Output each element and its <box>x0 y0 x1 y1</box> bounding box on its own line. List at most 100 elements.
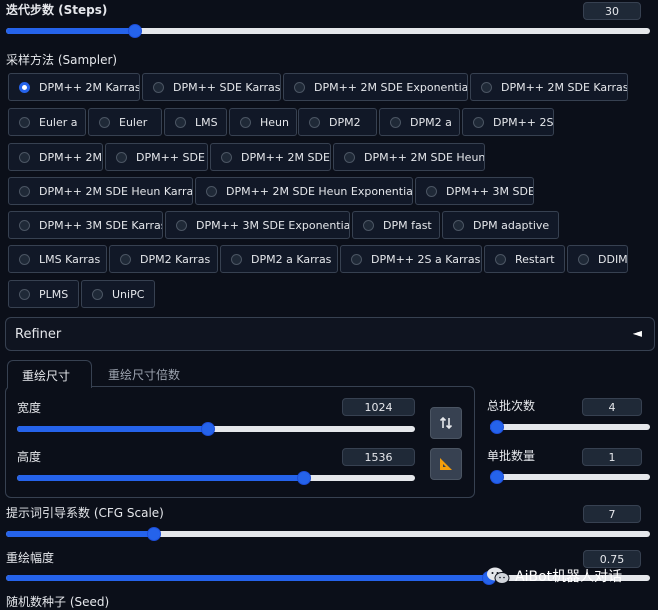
sampler-option[interactable]: LMS Karras <box>8 245 107 273</box>
radio-circle-icon <box>344 151 355 163</box>
steps-slider-fill <box>6 28 135 34</box>
sampler-option[interactable]: Heun <box>229 108 297 136</box>
sampler-option[interactable]: DPM2 Karras <box>109 245 218 273</box>
sampler-option[interactable]: Euler <box>88 108 162 136</box>
radio-circle-icon <box>363 219 374 231</box>
sampler-option[interactable]: DPM++ 2M SDE Exponential <box>283 73 468 101</box>
swap-dimensions-button[interactable] <box>430 407 462 439</box>
sampler-option[interactable]: DPM fast <box>352 211 440 239</box>
height-slider-thumb[interactable] <box>297 471 311 485</box>
sampler-option[interactable]: DPM++ 2M Karras <box>8 73 140 101</box>
sampler-option[interactable]: DPM++ 2S a Karras <box>340 245 482 273</box>
aspect-ratio-button[interactable] <box>430 448 462 480</box>
radio-circle-icon <box>19 151 30 163</box>
cfg-slider-fill <box>6 531 154 537</box>
sampler-option-label: DPM++ 3M SDE Exponential <box>196 218 350 232</box>
sampler-option[interactable]: DPM2 <box>298 108 377 136</box>
sampler-option[interactable]: DPM2 a Karras <box>220 245 338 273</box>
sampler-option-label: DPM++ 2M <box>39 150 103 164</box>
sampler-option-label: DPM++ 2M SDE Heun Karras <box>39 184 193 198</box>
cfg-slider[interactable] <box>6 527 650 541</box>
radio-circle-icon <box>175 116 186 128</box>
width-slider-thumb[interactable] <box>201 422 215 436</box>
sampler-option-label: DPM++ 2S a Karras <box>371 252 481 266</box>
sampler-option-label: DPM++ 3M SDE Karras <box>39 218 163 232</box>
sampler-option-label: DPM adaptive <box>473 218 550 232</box>
sampler-option[interactable]: DPM++ SDE Karras <box>142 73 281 101</box>
sampler-option[interactable]: DPM++ SDE <box>105 143 208 171</box>
sampler-option[interactable]: UniPC <box>81 280 155 308</box>
sampler-option[interactable]: DPM2 a <box>379 108 460 136</box>
radio-circle-icon <box>578 253 589 265</box>
radio-circle-icon <box>206 185 217 197</box>
tab-resize-size[interactable]: 重绘尺寸 <box>7 360 92 388</box>
radio-circle-icon <box>19 116 30 128</box>
tab-resize-size-label: 重绘尺寸 <box>22 369 71 383</box>
sampler-option[interactable]: DPM++ 3M SDE Karras <box>8 211 163 239</box>
radio-circle-icon <box>99 116 110 128</box>
sampler-option[interactable]: DPM adaptive <box>442 211 559 239</box>
radio-circle-icon <box>116 151 127 163</box>
height-slider[interactable] <box>17 471 415 485</box>
batch-size-slider-thumb[interactable] <box>490 470 504 484</box>
sampler-option[interactable]: DPM++ 2M SDE Heun Exponential <box>195 177 413 205</box>
radio-circle-icon <box>221 151 232 163</box>
batch-size-slider[interactable] <box>490 470 650 484</box>
sampler-option-label: DPM++ 2M SDE Heun <box>364 150 485 164</box>
cfg-input[interactable]: 7 <box>583 505 641 523</box>
sampler-option[interactable]: DPM++ 2M <box>8 143 103 171</box>
batch-count-slider[interactable] <box>490 420 650 434</box>
radio-circle-icon <box>495 253 506 265</box>
sampler-option-label: DPM++ 2M SDE Karras <box>501 80 628 94</box>
sampler-option[interactable]: Restart <box>484 245 565 273</box>
steps-label: 迭代步数 (Steps) <box>6 3 108 17</box>
sampler-option-label: DPM fast <box>383 218 432 232</box>
watermark-text: AiBot机器人对话 <box>515 569 623 585</box>
sampler-option[interactable]: DPM++ 2S a <box>462 108 554 136</box>
sampler-label: 采样方法 (Sampler) <box>6 53 118 67</box>
sampler-option[interactable]: DPM++ 3M SDE Exponential <box>165 211 350 239</box>
width-slider[interactable] <box>17 422 415 436</box>
sampler-option-label: DPM++ 2M SDE Heun Exponential <box>226 184 413 198</box>
tab-resize-scale[interactable]: 重绘尺寸倍数 <box>108 366 180 383</box>
height-input[interactable]: 1536 <box>342 448 415 466</box>
radio-circle-icon <box>19 253 30 265</box>
sampler-option[interactable]: DPM++ 2M SDE <box>210 143 331 171</box>
refiner-accordion[interactable]: Refiner ◄ <box>5 317 655 351</box>
sampler-option-label: DPM++ SDE <box>136 150 205 164</box>
sampler-option[interactable]: DPM++ 2M SDE Heun Karras <box>8 177 193 205</box>
sampler-option[interactable]: LMS <box>164 108 227 136</box>
steps-slider-thumb[interactable] <box>128 24 142 38</box>
cfg-label: 提示词引导系数 (CFG Scale) <box>6 506 164 520</box>
watermark: AiBot机器人对话 <box>486 566 622 586</box>
sampler-option[interactable]: DPM++ 3M SDE <box>415 177 534 205</box>
sampler-option-label: LMS Karras <box>39 252 101 266</box>
sampler-option[interactable]: DDIM <box>567 245 628 273</box>
batch-count-input[interactable]: 4 <box>582 398 642 416</box>
batch-count-slider-thumb[interactable] <box>490 420 504 434</box>
sampler-option-label: LMS <box>195 115 218 129</box>
denoise-slider-fill <box>6 575 489 581</box>
sampler-option[interactable]: DPM++ 2M SDE Karras <box>470 73 628 101</box>
denoise-label: 重绘幅度 <box>6 551 55 565</box>
radio-circle-icon <box>19 185 30 197</box>
cfg-slider-thumb[interactable] <box>147 527 161 541</box>
batch-size-input[interactable]: 1 <box>582 448 642 466</box>
swap-icon <box>439 416 453 430</box>
sampler-option-label: PLMS <box>39 287 69 301</box>
sampler-option-label: Restart <box>515 252 555 266</box>
radio-circle-icon <box>426 185 437 197</box>
sampler-option[interactable]: Euler a <box>8 108 86 136</box>
batch-size-label: 单批数量 <box>487 449 536 463</box>
collapse-triangle-icon[interactable]: ◄ <box>633 326 642 340</box>
steps-input[interactable]: 30 <box>583 2 641 20</box>
sampler-option[interactable]: PLMS <box>8 280 79 308</box>
batch-count-label: 总批次数 <box>487 399 536 413</box>
sampler-option-label: Euler <box>119 115 148 129</box>
refiner-label: Refiner <box>15 327 62 342</box>
radio-circle-icon <box>240 116 251 128</box>
sampler-option[interactable]: DPM++ 2M SDE Heun <box>333 143 485 171</box>
sampler-option-label: DPM++ 2M SDE Exponential <box>314 80 468 94</box>
steps-slider[interactable] <box>6 24 650 38</box>
width-input[interactable]: 1024 <box>342 398 415 416</box>
